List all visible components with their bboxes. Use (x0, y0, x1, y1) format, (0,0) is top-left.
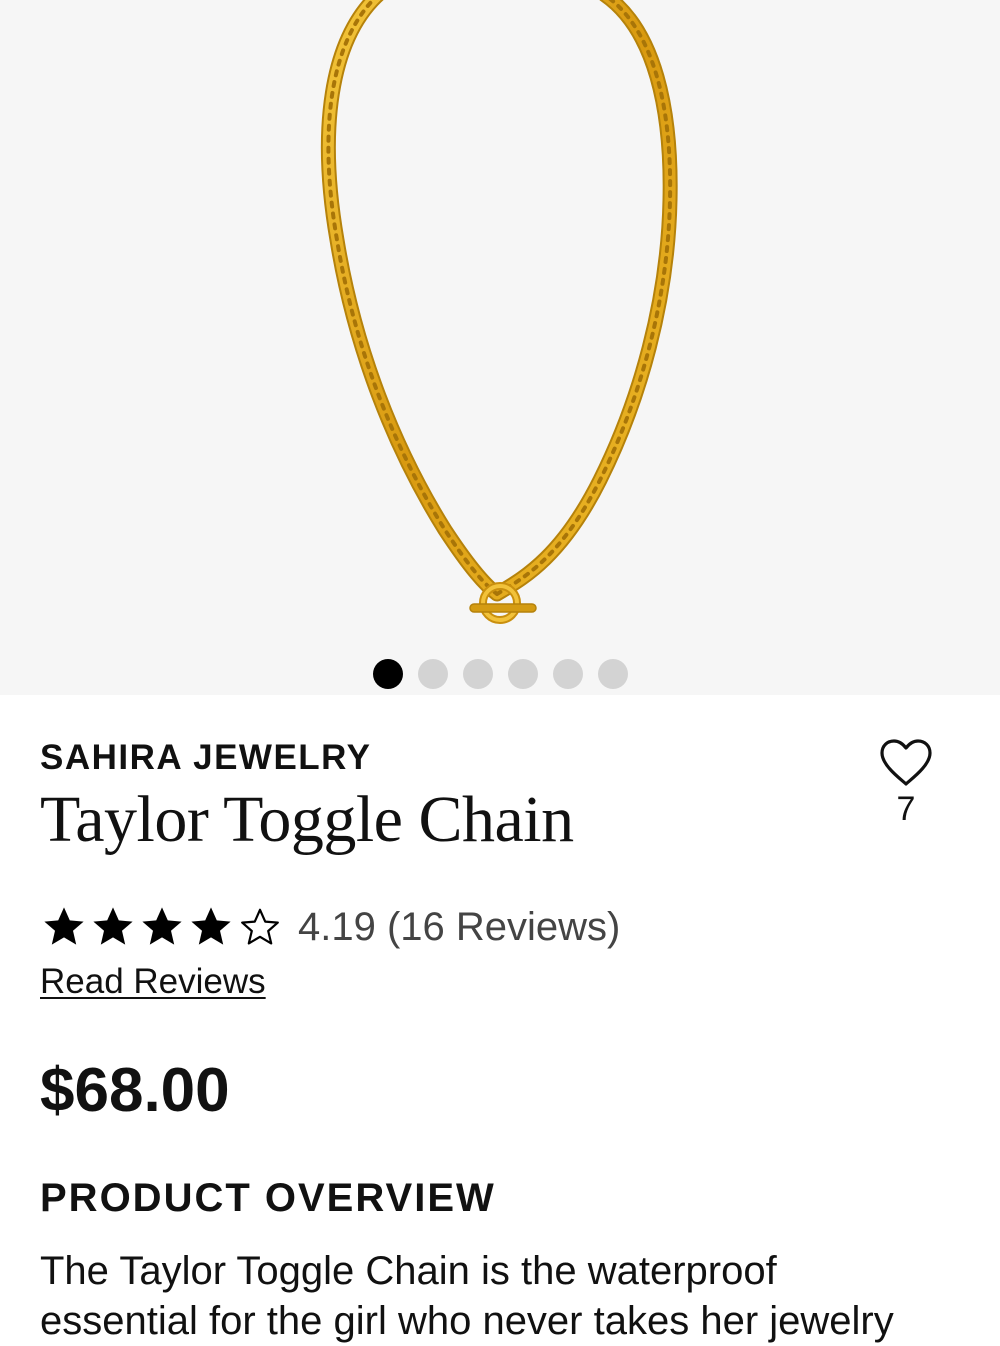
product-title: Taylor Toggle Chain (40, 783, 574, 856)
carousel-dot[interactable] (598, 659, 628, 689)
rating-text: 4.19 (16 Reviews) (298, 904, 621, 949)
carousel-dot[interactable] (418, 659, 448, 689)
carousel-dot[interactable] (373, 659, 403, 689)
read-reviews-link[interactable]: Read Reviews (40, 962, 266, 1002)
carousel-dot[interactable] (508, 659, 538, 689)
brand-name[interactable]: SAHIRA JEWELRY (40, 738, 372, 778)
carousel-pagination (373, 659, 628, 689)
wishlist-button[interactable]: 7 (876, 738, 936, 829)
star-filled-icon (142, 907, 182, 945)
star-filled-icon (191, 907, 231, 945)
carousel-dot[interactable] (553, 659, 583, 689)
rating-summary: 4.19 (16 Reviews) (40, 903, 620, 951)
product-overview-text: The Taylor Toggle Chain is the waterproo… (40, 1249, 894, 1343)
star-filled-icon (44, 907, 84, 945)
product-image-gallery[interactable] (0, 0, 1000, 695)
star-outline-icon (241, 908, 279, 945)
product-image[interactable] (0, 0, 1000, 695)
carousel-dot[interactable] (463, 659, 493, 689)
star-filled-icon (93, 907, 133, 945)
heart-outline-icon (880, 739, 932, 786)
product-overview-heading: PRODUCT OVERVIEW (40, 1176, 496, 1220)
wishlist-count: 7 (896, 790, 916, 828)
star-rating (40, 903, 284, 951)
product-price: $68.00 (40, 1056, 230, 1125)
